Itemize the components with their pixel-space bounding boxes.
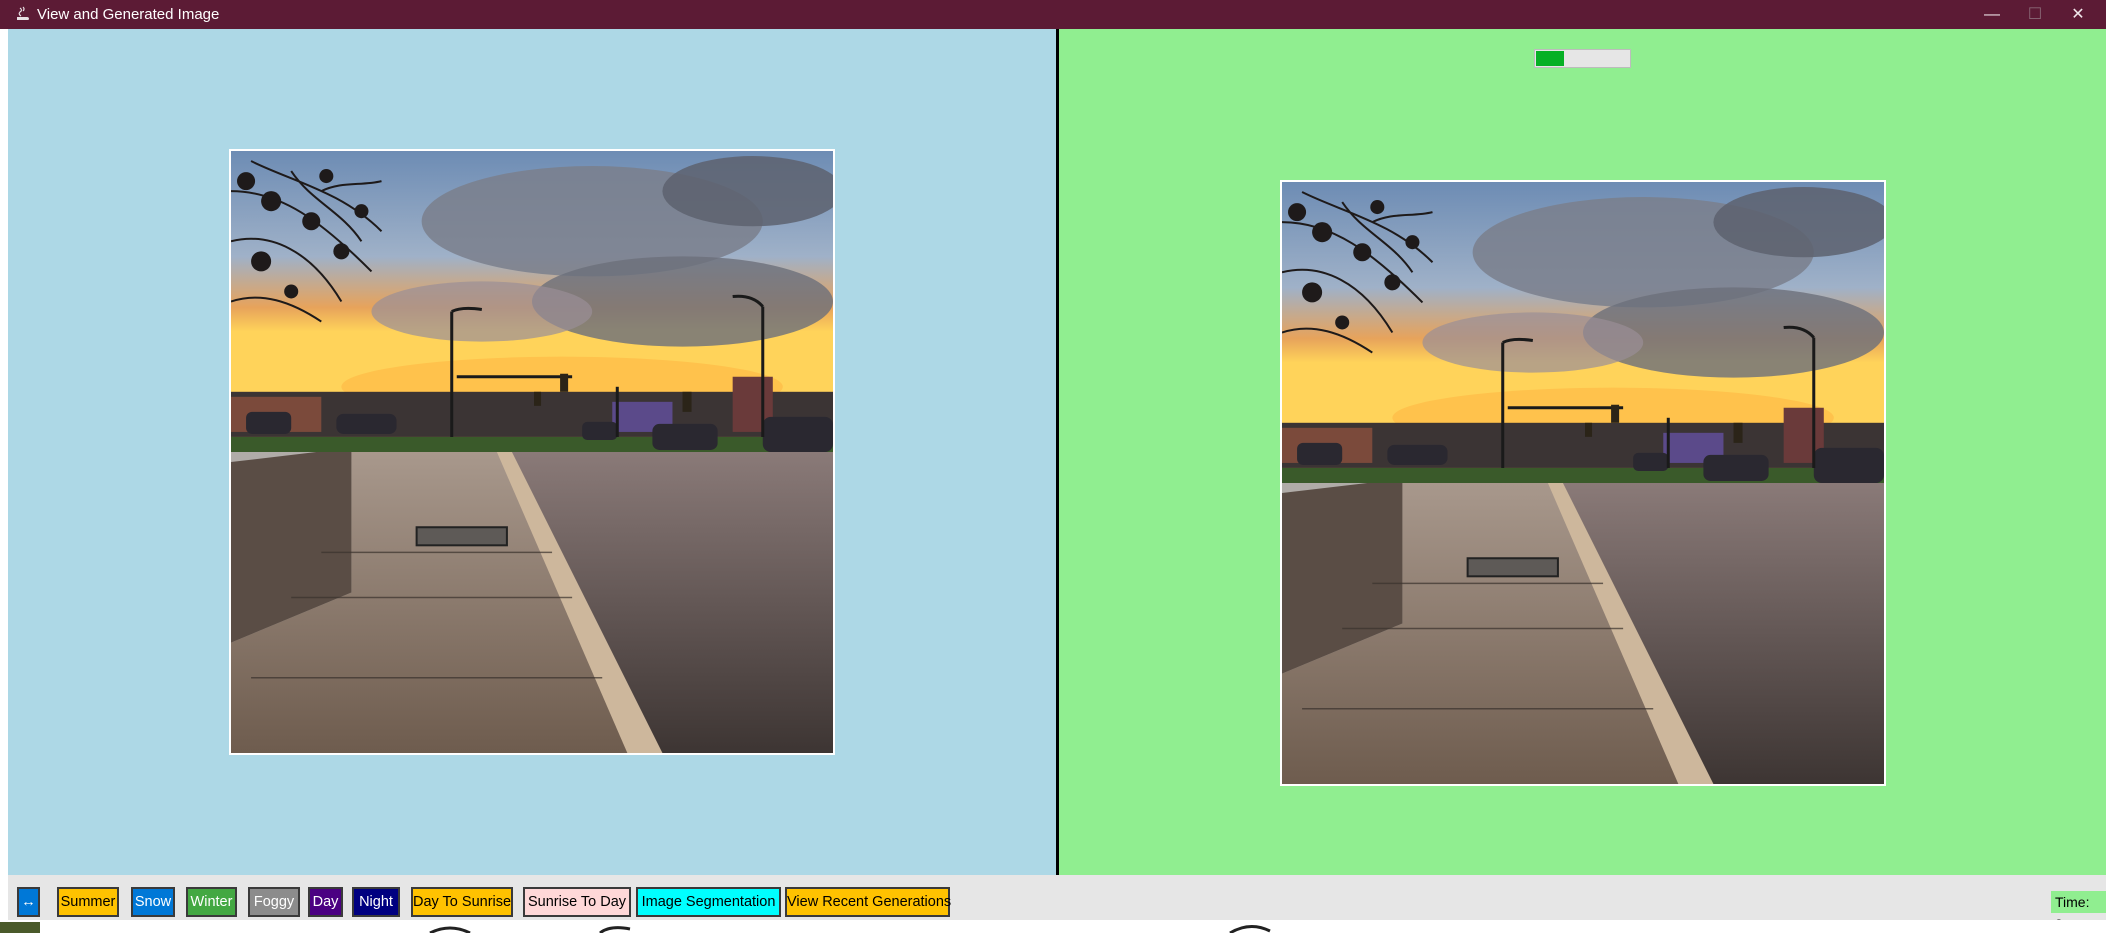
day-to-sunrise-button[interactable]: Day To Sunrise bbox=[411, 887, 513, 917]
background-scribble bbox=[0, 922, 1271, 933]
background-window-strip bbox=[0, 920, 2106, 933]
window-title: View and Generated Image bbox=[37, 6, 220, 23]
sunrise-to-day-button[interactable]: Sunrise To Day bbox=[523, 887, 631, 917]
maximize-button[interactable]: ☐ bbox=[2015, 0, 2055, 29]
winter-button[interactable]: Winter bbox=[186, 887, 237, 917]
summer-button[interactable]: Summer bbox=[57, 887, 119, 917]
day-button[interactable]: Day bbox=[308, 887, 343, 917]
original-image-frame bbox=[229, 149, 835, 755]
minimize-button[interactable]: — bbox=[1972, 0, 2012, 29]
window-left-edge bbox=[0, 29, 8, 933]
generated-image-pane bbox=[1059, 29, 2106, 875]
java-app-icon bbox=[17, 6, 29, 20]
foggy-button[interactable]: Foggy bbox=[248, 887, 300, 917]
image-segmentation-button[interactable]: Image Segmentation bbox=[636, 887, 781, 917]
action-toolbar: ↔ Summer Snow Winter Foggy Day Night Day… bbox=[8, 875, 2106, 932]
generation-time-label: Time: 8s bbox=[2051, 891, 2106, 932]
snow-button[interactable]: Snow bbox=[131, 887, 175, 917]
progress-fill bbox=[1536, 51, 1564, 66]
original-image-pane bbox=[8, 29, 1056, 875]
view-recent-generations-button[interactable]: View Recent Generations bbox=[785, 887, 951, 917]
generated-image-frame bbox=[1280, 180, 1886, 786]
generated-street-photo bbox=[1282, 182, 1884, 784]
original-street-photo bbox=[231, 151, 833, 753]
title-bar[interactable]: View and Generated Image — ☐ ✕ bbox=[0, 0, 2106, 29]
night-button[interactable]: Night bbox=[352, 887, 400, 917]
generation-progress-bar bbox=[1534, 49, 1631, 68]
app-window: View and Generated Image — ☐ ✕ ↔ Summer … bbox=[0, 0, 2106, 933]
close-button[interactable]: ✕ bbox=[2058, 0, 2098, 29]
swap-images-button[interactable]: ↔ bbox=[17, 887, 40, 917]
